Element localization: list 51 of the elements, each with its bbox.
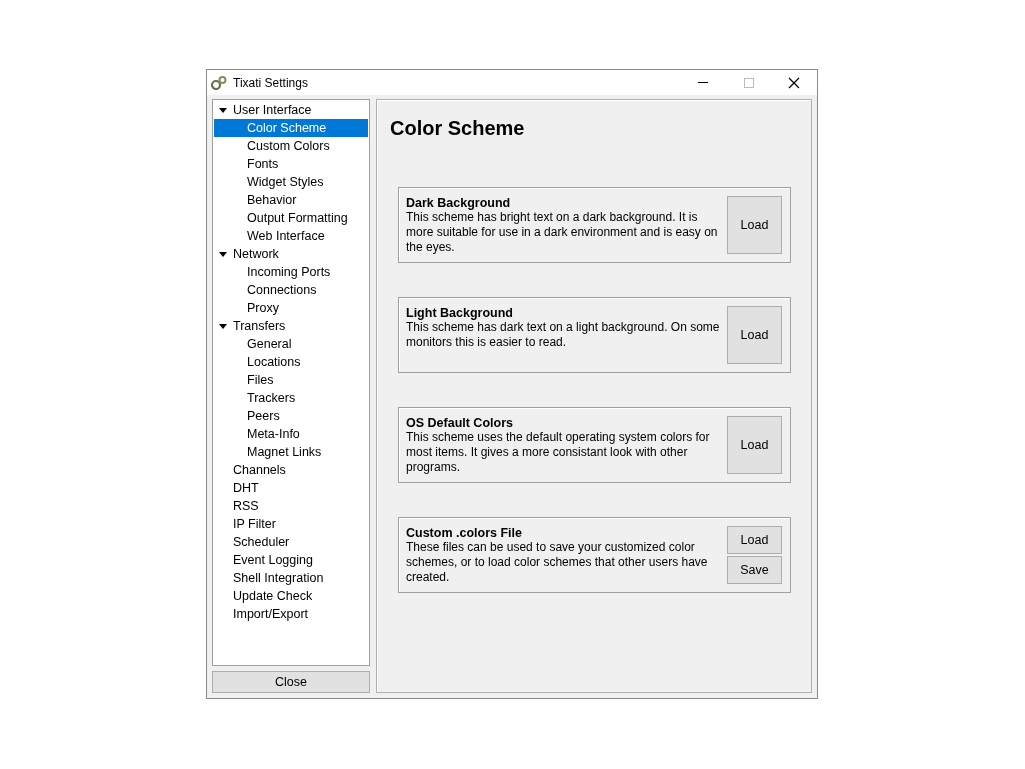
- window-title: Tixati Settings: [233, 75, 308, 90]
- tree-item[interactable]: Output Formatting: [214, 209, 368, 227]
- tree-item[interactable]: Color Scheme: [214, 119, 368, 137]
- tree-item[interactable]: Incoming Ports: [214, 263, 368, 281]
- tree-item[interactable]: Update Check: [214, 587, 368, 605]
- minimize-icon[interactable]: [698, 81, 710, 84]
- tree-item[interactable]: Connections: [214, 281, 368, 299]
- scheme-button[interactable]: Load: [727, 196, 782, 254]
- tree-item[interactable]: Import/Export: [214, 605, 368, 623]
- tree-item[interactable]: Behavior: [214, 191, 368, 209]
- tree-item[interactable]: RSS: [214, 497, 368, 515]
- scheme-button[interactable]: Load: [727, 306, 782, 364]
- expand-arrow-icon[interactable]: [219, 250, 227, 258]
- scheme-button[interactable]: Save: [727, 556, 782, 584]
- scheme-description: This scheme has bright text on a dark background. It is more suitable for use in a dark environment and is easy on the eyes.: [406, 210, 719, 255]
- scheme-description: This scheme has dark text on a light background. On some monitors this is easier to read.: [406, 320, 721, 350]
- tree-item[interactable]: Widget Styles: [214, 173, 368, 191]
- tree-item[interactable]: Trackers: [214, 389, 368, 407]
- scheme-title: Dark Background: [406, 196, 512, 210]
- tree-item[interactable]: Web Interface: [214, 227, 368, 245]
- tree-item[interactable]: DHT: [214, 479, 368, 497]
- scheme-button[interactable]: Load: [727, 526, 782, 554]
- panel-title: Color Scheme: [390, 117, 526, 140]
- scheme-button[interactable]: Load: [727, 416, 782, 474]
- tree-item[interactable]: Network: [214, 245, 368, 263]
- tree-item[interactable]: Meta-Info: [214, 425, 368, 443]
- expand-arrow-icon[interactable]: [219, 106, 227, 114]
- tree-item[interactable]: Fonts: [214, 155, 368, 173]
- tree-item[interactable]: Event Logging: [214, 551, 368, 569]
- tree-item[interactable]: Proxy: [214, 299, 368, 317]
- scheme-title: Light Background: [406, 306, 514, 320]
- expand-arrow-icon[interactable]: [219, 322, 227, 330]
- close-button[interactable]: Close: [212, 671, 370, 693]
- tree-item[interactable]: Locations: [214, 353, 368, 371]
- scheme-description: These files can be used to save your customized color schemes, or to load color schemes that other users have created.: [406, 540, 709, 585]
- gears-icon: [211, 75, 227, 90]
- tree-item[interactable]: Custom Colors: [214, 137, 368, 155]
- scheme-title: Custom .colors File: [406, 526, 523, 540]
- tree-item[interactable]: User Interface: [214, 101, 368, 119]
- scheme-description: This scheme uses the default operating system colors for most items. It gives a more consistant look with other programs.: [406, 430, 711, 475]
- tree-item[interactable]: Channels: [214, 461, 368, 479]
- tree-item[interactable]: Magnet Links: [214, 443, 368, 461]
- tree-item[interactable]: Transfers: [214, 317, 368, 335]
- tree-item[interactable]: Files: [214, 371, 368, 389]
- scheme-title: OS Default Colors: [406, 416, 514, 430]
- close-icon[interactable]: [788, 76, 800, 89]
- tree-item[interactable]: Shell Integration: [214, 569, 368, 587]
- tree-item[interactable]: IP Filter: [214, 515, 368, 533]
- tree-item[interactable]: Scheduler: [214, 533, 368, 551]
- tree-item[interactable]: General: [214, 335, 368, 353]
- tree-item[interactable]: Peers: [214, 407, 368, 425]
